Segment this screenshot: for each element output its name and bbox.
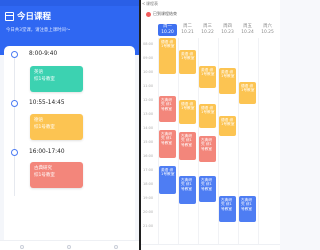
course-block[interactable]: 英语 综1号教室 xyxy=(179,50,196,74)
slot-time: 10:55-14:45 xyxy=(29,100,65,106)
timeline-dot xyxy=(11,149,18,156)
today-courses-screen: 今日课程 今日共3堂课，请注意上课时间～ 8:00-9:40 英语 综1号教室 … xyxy=(0,0,139,250)
course-block[interactable]: 古典研究 综1号教室 xyxy=(239,196,256,222)
grid-line xyxy=(258,38,259,250)
course-block[interactable]: 德语 综1号教室 xyxy=(159,38,176,74)
day-header[interactable]: 周一 10.20 xyxy=(158,24,177,36)
course-block[interactable]: 古典研究 综1号教室 xyxy=(179,176,196,204)
nav-home-icon[interactable] xyxy=(20,245,24,249)
time-label: 13:00 xyxy=(143,112,154,116)
course-card[interactable]: 英语 综1号教室 xyxy=(30,66,83,92)
day-date: 10.25 xyxy=(261,29,274,35)
app-screens: 今日课程 今日共3堂课，请注意上课时间～ 8:00-9:40 英语 综1号教室 … xyxy=(0,0,280,250)
course-block[interactable]: 古典研究 综1号教室 xyxy=(179,132,196,160)
time-label: 15:00 xyxy=(143,140,154,144)
page-title: 今日课程 xyxy=(17,12,52,22)
course-room: 综1号教室 xyxy=(34,76,55,82)
day-header[interactable]: 周二 10.21 xyxy=(178,24,197,36)
course-block[interactable]: 德语 综1号教室 xyxy=(239,82,256,104)
page-subtitle: 今日共3堂课，请注意上课时间～ xyxy=(6,28,71,33)
time-label: 18:00 xyxy=(143,182,154,186)
back-button[interactable]: < xyxy=(142,1,145,6)
nav-schedule-icon[interactable] xyxy=(67,245,71,249)
course-block[interactable]: 英语 综1号教室 xyxy=(219,68,236,94)
time-label: 09:00 xyxy=(143,56,154,60)
time-label: 16:00 xyxy=(143,154,154,158)
time-label: 20:00 xyxy=(143,210,154,214)
time-label: 21:00 xyxy=(143,224,154,228)
time-label: 14:00 xyxy=(143,126,154,130)
time-label: 11:00 xyxy=(143,84,154,88)
time-label: 12:00 xyxy=(143,98,154,102)
day-header[interactable]: 周三 10.22 xyxy=(198,24,217,36)
course-block[interactable]: 古典研究 综1号教室 xyxy=(199,136,216,162)
today-status: 已到课程结束 xyxy=(146,11,177,17)
day-date: 10.24 xyxy=(241,29,254,35)
day-date: 10.22 xyxy=(201,29,214,35)
nav-profile-icon[interactable] xyxy=(114,245,118,249)
course-block[interactable]: 古典研究 综1号教室 xyxy=(159,96,176,122)
time-label: 19:00 xyxy=(143,196,154,200)
time-label: 08:00 xyxy=(143,42,154,46)
course-card[interactable]: 古典研究 综1号教室 xyxy=(30,162,83,188)
course-block[interactable]: 德语 综1号教室 xyxy=(179,100,196,124)
calendar-icon xyxy=(5,12,14,21)
course-block[interactable]: 英语 综1号教室 xyxy=(199,66,216,88)
day-header[interactable]: 周四 10.23 xyxy=(218,24,237,36)
course-block[interactable]: 英语 综1号教室 xyxy=(159,166,176,194)
status-bar xyxy=(0,0,139,6)
course-room: 综1号教室 xyxy=(34,172,55,178)
course-room: 综1号教室 xyxy=(34,124,55,130)
time-label: 17:00 xyxy=(143,168,154,172)
today-status-text: 已到课程结束 xyxy=(153,11,177,16)
course-block[interactable]: 古典研究 综1号教室 xyxy=(219,196,236,222)
slot-time: 8:00-9:40 xyxy=(29,51,58,57)
timetable-screen: < 课程表 已到课程结束 周一 10.20 周二 10.21 周三 10.22 周四 1… xyxy=(141,0,280,250)
timeline-dot xyxy=(11,100,18,107)
day-header[interactable]: 周六 10.25 xyxy=(258,24,277,36)
course-block[interactable]: 古典研究 综1号教室 xyxy=(159,130,176,158)
timeline-line xyxy=(14,56,15,196)
day-header[interactable]: 周五 10.24 xyxy=(238,24,257,36)
timeline-dot xyxy=(11,51,18,58)
alarm-icon xyxy=(146,11,151,17)
slot-time: 16:00-17:40 xyxy=(29,149,65,155)
course-block[interactable]: 德语 综1号教室 xyxy=(219,116,236,136)
timetable-title: 课程表 xyxy=(146,1,158,6)
time-label: 10:00 xyxy=(143,70,154,74)
course-block[interactable]: 德语 综1号教室 xyxy=(199,104,216,128)
bottom-nav xyxy=(141,244,280,250)
course-block[interactable]: 古典研究 综1号教室 xyxy=(199,176,216,202)
day-date: 10.20 xyxy=(161,29,174,35)
day-date: 10.21 xyxy=(181,29,194,35)
course-card[interactable]: 德语 综1号教室 xyxy=(30,114,83,140)
bottom-nav xyxy=(0,240,139,250)
day-date: 10.23 xyxy=(221,29,234,35)
